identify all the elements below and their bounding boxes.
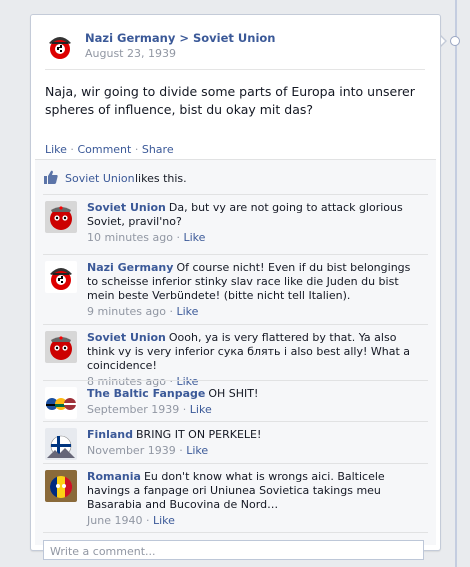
- comment-meta: 10 minutes ago · Like: [87, 231, 206, 244]
- post-date[interactable]: August 23, 1939: [85, 47, 176, 60]
- comment-like-link[interactable]: Like: [190, 403, 212, 416]
- write-comment-input[interactable]: [48, 542, 422, 560]
- comment-meta: June 1940 · Like: [87, 514, 175, 527]
- comment-time[interactable]: September 1939: [87, 403, 179, 416]
- comment-body: The Baltic Fanpage OH SHIT! September 193…: [87, 387, 422, 417]
- thumbs-up-icon: [43, 169, 59, 188]
- comment-text: OH SHIT!: [208, 387, 259, 400]
- timeline-line: [455, 0, 457, 567]
- soviet-avatar[interactable]: [45, 331, 77, 363]
- finland-avatar[interactable]: [45, 428, 77, 460]
- share-link[interactable]: Share: [142, 143, 174, 156]
- soviet-avatar[interactable]: [45, 201, 77, 233]
- comment-author[interactable]: Soviet Union: [87, 201, 166, 214]
- post-actions: Like · Comment · Share: [45, 143, 174, 156]
- comment-meta: September 1939 · Like: [87, 403, 212, 416]
- comment-time[interactable]: June 1940: [87, 514, 142, 527]
- romania-avatar[interactable]: [45, 470, 77, 502]
- post-card: Nazi Germany > Soviet Union August 23, 1…: [30, 14, 441, 560]
- action-separator: ·: [131, 143, 142, 156]
- comment-text: BRING IT ON PERKELE!: [136, 428, 262, 441]
- comment-author[interactable]: Nazi Germany: [87, 261, 173, 274]
- header-divider: [45, 69, 425, 70]
- comment-like-link[interactable]: Like: [176, 305, 198, 318]
- comment-item: Soviet Union Oooh, ya is very flattered b…: [43, 324, 428, 388]
- comment-link[interactable]: Comment: [77, 143, 131, 156]
- comments-divider: [43, 532, 428, 533]
- timeline-dot: [450, 36, 460, 46]
- comment-item: Soviet Union Da, but vy are not going to …: [43, 194, 428, 245]
- comment-time[interactable]: November 1939: [87, 444, 176, 457]
- post-author[interactable]: Nazi Germany > Soviet Union: [85, 31, 275, 45]
- feedback-section: Soviet Union likes this. Soviet Union Da,…: [35, 159, 436, 560]
- comment-body: Romania Eu don't know what is wrongs aici…: [87, 470, 422, 528]
- likes-text: likes this.: [135, 172, 187, 185]
- baltic-avatar[interactable]: [45, 387, 77, 419]
- comment-item: Finland BRING IT ON PERKELE! November 193…: [43, 421, 428, 460]
- germany-avatar[interactable]: [45, 31, 75, 61]
- comment-like-link[interactable]: Like: [183, 231, 205, 244]
- comment-meta: November 1939 · Like: [87, 444, 209, 457]
- comment-like-link[interactable]: Like: [186, 444, 208, 457]
- comment-time[interactable]: 10 minutes ago: [87, 231, 173, 244]
- comment-item: Romania Eu don't know what is wrongs aici…: [43, 463, 428, 528]
- post-body: Naja, wir going to divide some parts of …: [45, 84, 415, 117]
- action-separator: ·: [66, 143, 78, 156]
- comment-author[interactable]: Soviet Union: [87, 331, 166, 344]
- comment-meta: 9 minutes ago · Like: [87, 305, 199, 318]
- comment-author[interactable]: Finland: [87, 428, 133, 441]
- comment-body: Nazi Germany Of course nicht! Even if du …: [87, 261, 422, 319]
- comment-author[interactable]: Romania: [87, 470, 141, 483]
- comment-like-link[interactable]: Like: [153, 514, 175, 527]
- like-link[interactable]: Like: [45, 143, 67, 156]
- write-comment-box[interactable]: [43, 540, 424, 560]
- germany-avatar[interactable]: [45, 261, 77, 293]
- comment-body: Soviet Union Da, but vy are not going to …: [87, 201, 422, 245]
- comment-time[interactable]: 9 minutes ago: [87, 305, 166, 318]
- comment-author[interactable]: The Baltic Fanpage: [87, 387, 205, 400]
- likes-summary: Soviet Union likes this.: [43, 169, 428, 189]
- comment-item: The Baltic Fanpage OH SHIT! September 193…: [43, 380, 428, 419]
- comment-body: Finland BRING IT ON PERKELE! November 193…: [87, 428, 422, 458]
- liker-name[interactable]: Soviet Union: [65, 172, 135, 185]
- comment-item: Nazi Germany Of course nicht! Even if du …: [43, 254, 428, 319]
